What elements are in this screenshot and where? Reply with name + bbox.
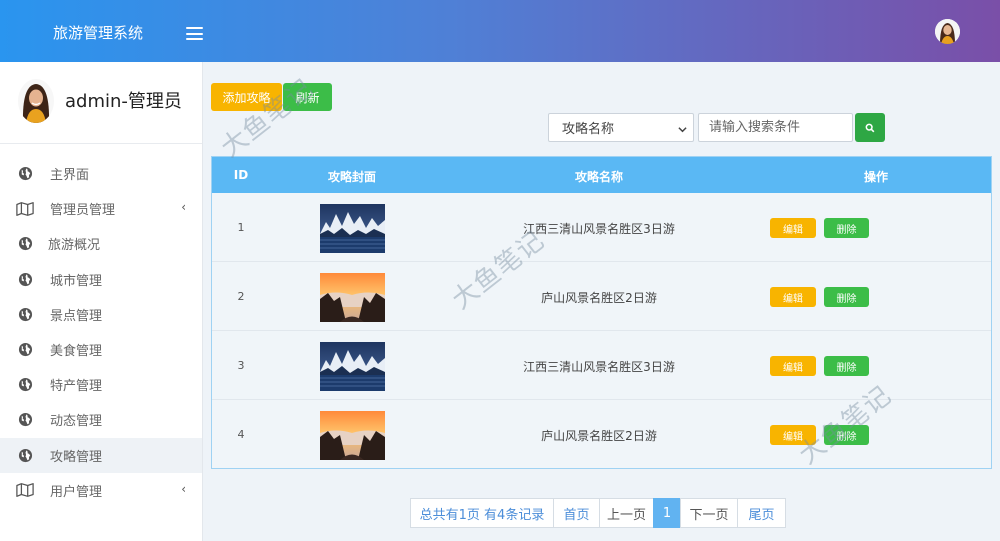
sidebar-item-label: 用户管理 <box>50 484 103 500</box>
row-id: 2 <box>237 290 245 303</box>
row-id: 4 <box>237 428 245 441</box>
delete-button[interactable]: 删除 <box>824 356 869 376</box>
delete-button[interactable]: 删除 <box>824 287 869 307</box>
globe-icon <box>16 376 34 394</box>
current-page-button[interactable]: 1 <box>653 498 681 528</box>
edit-button[interactable]: 编辑 <box>770 356 816 376</box>
chevron-left-icon: ‹ <box>181 481 186 496</box>
sidebar-item[interactable]: 管理员管理 ‹ <box>0 191 202 226</box>
cover-image <box>320 342 385 391</box>
sidebar-item[interactable]: 用户管理 ‹ <box>0 473 202 508</box>
header-id: ID <box>233 168 249 182</box>
sidebar: admin-管理员 主界面管理员管理 ‹ 旅游概况城市管理景点管理美食管理特产管理动… <box>0 62 203 541</box>
cover-image <box>320 273 385 322</box>
sidebar-item-label: 旅游概况 <box>48 238 101 254</box>
top-avatar[interactable] <box>935 19 960 44</box>
table-body: 1 江西三清山风景名胜区3日游 编辑 删除 2 庐山风景名胜区2日游 编辑 删除 3 江西三清山风… <box>212 193 991 469</box>
row-guide-name: 庐山风景名胜区2日游 <box>541 429 657 443</box>
next-page-button[interactable]: 下一页 <box>680 498 738 528</box>
sidebar-item-label: 景点管理 <box>50 308 103 324</box>
search-button[interactable] <box>855 113 885 142</box>
table-row: 2 庐山风景名胜区2日游 编辑 删除 <box>212 262 991 331</box>
sidebar-item-label: 动态管理 <box>50 414 103 430</box>
sidebar-item[interactable]: 动态管理 <box>0 402 202 437</box>
table-header: ID 攻略封面 攻略名称 操作 <box>212 157 991 193</box>
sidebar-item[interactable]: 美食管理 <box>0 332 202 367</box>
edit-button[interactable]: 编辑 <box>770 425 816 445</box>
sidebar-item[interactable]: 主界面 <box>0 156 202 191</box>
globe-icon <box>16 235 34 253</box>
refresh-button[interactable]: 刷新 <box>283 83 332 111</box>
pagination: 总共有1页 有4条记录 首页 上一页 1 下一页 尾页 <box>410 498 786 528</box>
map-icon <box>16 481 34 499</box>
delete-button[interactable]: 删除 <box>824 218 869 238</box>
row-id: 1 <box>237 221 245 234</box>
table-row: 3 江西三清山风景名胜区3日游 编辑 删除 <box>212 331 991 400</box>
cover-image <box>320 204 385 253</box>
search-field-select[interactable]: 攻略名称 <box>548 113 694 142</box>
table-row: 1 江西三清山风景名胜区3日游 编辑 删除 <box>212 193 991 262</box>
sidebar-item-label: 攻略管理 <box>50 449 103 465</box>
globe-icon <box>16 270 34 288</box>
sidebar-item[interactable]: 景点管理 <box>0 297 202 332</box>
hamburger-menu-icon[interactable] <box>186 27 203 40</box>
sidebar-item[interactable]: 特产管理 <box>0 367 202 402</box>
globe-icon <box>16 341 34 359</box>
sidebar-item[interactable]: 旅游概况 <box>0 226 202 261</box>
cover-image <box>320 411 385 460</box>
user-name: admin-管理员 <box>65 91 182 112</box>
sidebar-item-label: 城市管理 <box>50 273 103 289</box>
row-guide-name: 江西三清山风景名胜区3日游 <box>523 222 675 236</box>
top-bar: 旅游管理系统 <box>0 0 1000 62</box>
sidebar-item-label: 特产管理 <box>50 379 103 395</box>
last-page-button[interactable]: 尾页 <box>737 498 786 528</box>
globe-icon <box>16 165 34 183</box>
row-guide-name: 江西三清山风景名胜区3日游 <box>523 360 675 374</box>
prev-page-button[interactable]: 上一页 <box>599 498 654 528</box>
user-panel: admin-管理员 <box>0 62 202 144</box>
search-field-select-value: 攻略名称 <box>562 122 615 137</box>
map-icon <box>16 200 34 218</box>
row-id: 3 <box>237 359 245 372</box>
sidebar-item-label: 管理员管理 <box>50 203 116 219</box>
delete-button[interactable]: 删除 <box>824 425 869 445</box>
sidebar-item[interactable]: 城市管理 <box>0 262 202 297</box>
search-input[interactable] <box>698 113 853 142</box>
sidebar-item-label: 主界面 <box>50 168 90 184</box>
globe-icon <box>16 446 34 464</box>
header-actions: 操作 <box>863 170 889 184</box>
guides-table: ID 攻略封面 攻略名称 操作 1 江西三清山风景名胜区3日游 编辑 删除 2 庐山风景名… <box>211 156 992 469</box>
sidebar-nav: 主界面管理员管理 ‹ 旅游概况城市管理景点管理美食管理特产管理动态管理攻略管理用户管… <box>0 144 202 508</box>
globe-icon <box>16 305 34 323</box>
chevron-left-icon: ‹ <box>181 200 186 215</box>
search-icon <box>865 123 875 132</box>
add-guide-button[interactable]: 添加攻略 <box>211 83 282 111</box>
globe-icon <box>16 411 34 429</box>
sidebar-item-label: 美食管理 <box>50 344 103 360</box>
edit-button[interactable]: 编辑 <box>770 287 816 307</box>
header-cover: 攻略封面 <box>327 170 377 184</box>
app-title: 旅游管理系统 <box>53 24 144 42</box>
sidebar-item[interactable]: 攻略管理 <box>0 437 202 473</box>
chevron-down-icon <box>678 123 687 138</box>
edit-button[interactable]: 编辑 <box>770 218 816 238</box>
first-page-button[interactable]: 首页 <box>553 498 600 528</box>
row-guide-name: 庐山风景名胜区2日游 <box>541 291 657 305</box>
table-row: 4 庐山风景名胜区2日游 编辑 删除 <box>212 400 991 469</box>
user-avatar <box>18 79 54 123</box>
pagination-summary: 总共有1页 有4条记录 <box>410 498 554 528</box>
header-name: 攻略名称 <box>574 170 624 184</box>
